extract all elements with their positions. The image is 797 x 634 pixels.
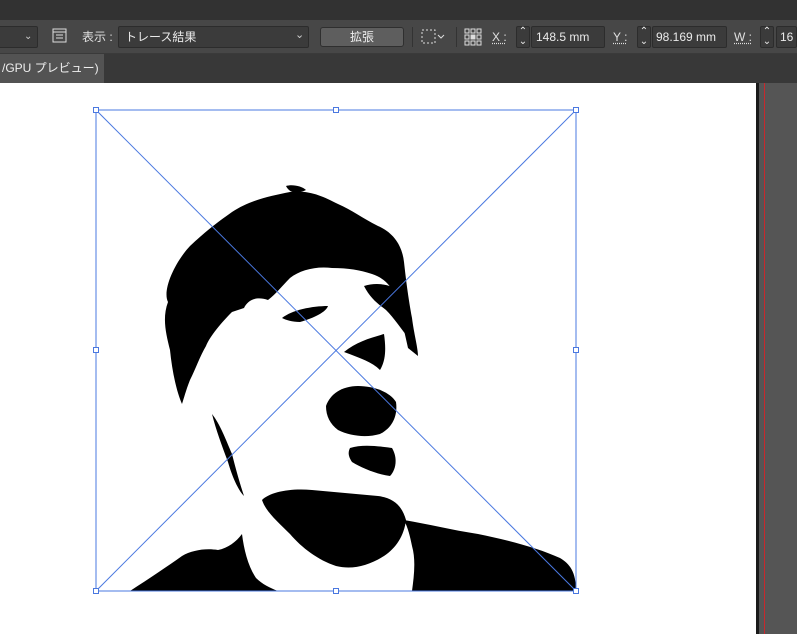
resize-handle-top[interactable] [333, 107, 339, 113]
resize-handle-right[interactable] [573, 347, 579, 353]
resize-handle-bottom[interactable] [333, 588, 339, 594]
resize-handle-bottom-right[interactable] [573, 588, 579, 594]
resize-handle-top-right[interactable] [573, 107, 579, 113]
resize-handle-bottom-left[interactable] [93, 588, 99, 594]
resize-handle-top-left[interactable] [93, 107, 99, 113]
resize-handle-left[interactable] [93, 347, 99, 353]
selection-bounding-box[interactable] [0, 0, 797, 634]
